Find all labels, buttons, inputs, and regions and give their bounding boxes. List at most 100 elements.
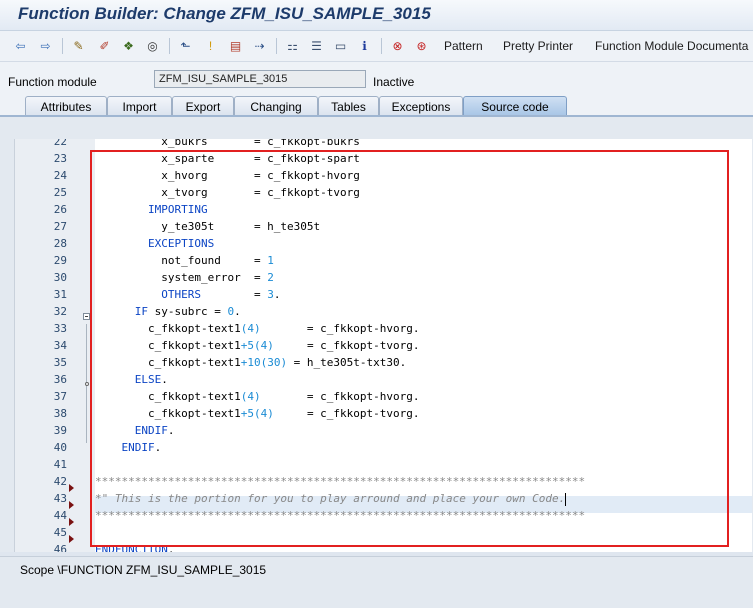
code-text[interactable]: x_bukrs = c_fkkopt-bukrs x_sparte = c_fk… — [95, 139, 585, 552]
code-token: sy-subrc = — [147, 305, 228, 318]
code-line[interactable]: IMPORTING — [95, 201, 585, 218]
code-token: 2 — [267, 271, 274, 284]
code-line[interactable]: ENDFUNCTION. — [95, 541, 585, 552]
code-token: IF — [95, 305, 148, 318]
tab-changing[interactable]: Changing — [234, 96, 318, 115]
fold-collapse-icon[interactable] — [83, 313, 90, 320]
forward-arrow-icon[interactable]: ⇨ — [37, 38, 54, 54]
pretty-printer-button[interactable]: Pretty Printer — [503, 39, 573, 53]
line-number: 31 — [53, 288, 67, 301]
line-number: 27 — [53, 220, 67, 233]
toolbar-separator — [381, 38, 382, 54]
code-line[interactable]: EXCEPTIONS — [95, 235, 585, 252]
scope-text: Scope \FUNCTION ZFM_ISU_SAMPLE_3015 — [20, 563, 267, 577]
toolbar-separator — [169, 38, 170, 54]
code-token: c_fkkopt-text1 — [95, 339, 241, 352]
code-line[interactable]: c_fkkopt-text1(4) = c_fkkopt-hvorg. — [95, 388, 585, 405]
line-number: 24 — [53, 169, 67, 182]
code-line[interactable]: ****************************************… — [95, 507, 585, 524]
display-change-pencil-icon[interactable]: ✎ — [70, 38, 87, 54]
code-line[interactable]: x_hvorg = c_fkkopt-hvorg — [95, 167, 585, 184]
code-token: x_hvorg = c_fkkopt-hvorg — [95, 169, 360, 182]
display-object-list-icon[interactable]: ▤ — [227, 38, 244, 54]
code-line[interactable]: c_fkkopt-text1+5(4) = c_fkkopt-tvorg. — [95, 337, 585, 354]
code-token: = c_fkkopt-hvorg. — [260, 322, 420, 335]
code-line[interactable]: c_fkkopt-text1(4) = c_fkkopt-hvorg. — [95, 320, 585, 337]
code-token: ENDFUNCTION — [95, 543, 168, 552]
code-token: not_found = — [95, 254, 268, 267]
line-number: 35 — [53, 356, 67, 369]
code-token: OTHERS — [95, 288, 201, 301]
hierarchy-icon[interactable]: ⚏ — [284, 38, 301, 54]
function-module-label: Function module — [8, 75, 97, 89]
change-marker-icon — [69, 535, 74, 543]
help-info-icon[interactable]: ℹ — [356, 38, 373, 54]
code-token: ENDIF — [95, 441, 155, 454]
code-token: system_error = — [95, 271, 268, 284]
check-syntax-icon[interactable]: ❖ — [120, 38, 137, 54]
code-token: *" This is the portion for you to play a… — [95, 492, 566, 505]
code-token: = c_fkkopt-tvorg. — [273, 339, 420, 352]
line-number: 26 — [53, 203, 67, 216]
line-number: 39 — [53, 424, 67, 437]
tab-exceptions[interactable]: Exceptions — [379, 96, 463, 115]
tab-strip: Attributes Import Export Changing Tables… — [0, 95, 753, 116]
code-line[interactable]: OTHERS = 3. — [95, 286, 585, 303]
tab-tables[interactable]: Tables — [318, 96, 379, 115]
layout-icon[interactable]: ▭ — [332, 38, 349, 54]
line-number: 22 — [53, 139, 67, 148]
info-i-icon[interactable]: ǃ — [202, 38, 219, 54]
tab-attributes[interactable]: Attributes — [25, 96, 107, 115]
back-arrow-icon[interactable]: ⇦ — [12, 38, 29, 54]
line-number: 38 — [53, 407, 67, 420]
other-object-icon[interactable]: ✐ — [96, 38, 113, 54]
code-line[interactable]: c_fkkopt-text1+5(4) = c_fkkopt-tvorg. — [95, 405, 585, 422]
code-line[interactable]: ENDIF. — [95, 422, 585, 439]
toolbox-icon[interactable]: ☰ — [308, 38, 325, 54]
code-token: +10(30) — [240, 356, 288, 369]
code-line[interactable]: IF sy-subrc = 0. — [95, 303, 585, 320]
code-line[interactable]: *" This is the portion for you to play a… — [95, 490, 585, 507]
code-line[interactable] — [95, 524, 585, 541]
toolbar-separator — [276, 38, 277, 54]
code-line[interactable] — [95, 456, 585, 473]
navigate-icon[interactable]: ⇢ — [251, 38, 268, 54]
title-bar: Function Builder: Change ZFM_ISU_SAMPLE_… — [0, 0, 753, 31]
code-token: x_bukrs = c_fkkopt-bukrs — [95, 139, 360, 148]
line-number: 28 — [53, 237, 67, 250]
code-token: (4) — [240, 390, 261, 403]
external-breakpoint-icon[interactable]: ⊛ — [413, 38, 430, 54]
activate-icon[interactable]: ◎ — [144, 38, 161, 54]
code-line[interactable]: ENDIF. — [95, 439, 585, 456]
code-token: ELSE — [95, 373, 162, 386]
pattern-button[interactable]: Pattern — [444, 39, 483, 53]
tab-export[interactable]: Export — [172, 96, 234, 115]
code-line[interactable]: not_found = 1 — [95, 252, 585, 269]
function-module-field[interactable] — [154, 70, 366, 88]
abap-editor[interactable]: 22 23 24 25 26 27 28 29 30 31 32 33 34 35 36 37 38 39 40 41… — [14, 139, 752, 552]
code-token: = c_fkkopt-tvorg. — [273, 407, 420, 420]
toolbar-separator — [62, 38, 63, 54]
line-numbers: 22 23 24 25 26 27 28 29 30 31 32 33 34 35 36 37 38 39 40 41… — [15, 139, 67, 552]
code-token: ****************************************… — [95, 475, 586, 488]
code-token: . — [154, 441, 162, 454]
tab-source-code[interactable]: Source code — [463, 96, 567, 115]
code-token: 1 — [267, 254, 274, 267]
code-line[interactable]: x_tvorg = c_fkkopt-tvorg — [95, 184, 585, 201]
function-module-documentation-button[interactable]: Function Module Documenta — [595, 39, 748, 53]
code-token: (4) — [240, 322, 261, 335]
line-number: 36 — [53, 373, 67, 386]
code-line[interactable]: x_bukrs = c_fkkopt-bukrs — [95, 139, 585, 150]
code-line[interactable]: ****************************************… — [95, 473, 585, 490]
tab-import[interactable]: Import — [107, 96, 172, 115]
code-line[interactable]: system_error = 2 — [95, 269, 585, 286]
code-token: = — [200, 288, 268, 301]
window-title: Function Builder: Change ZFM_ISU_SAMPLE_… — [18, 4, 431, 23]
breakpoint-icon[interactable]: ⊗ — [389, 38, 406, 54]
code-line[interactable]: y_te305t = h_te305t — [95, 218, 585, 235]
where-used-list-icon[interactable]: ⬑ — [177, 38, 194, 54]
code-line[interactable]: x_sparte = c_fkkopt-spart — [95, 150, 585, 167]
scope-bar: Scope \FUNCTION ZFM_ISU_SAMPLE_3015 — [0, 556, 753, 608]
code-line[interactable]: ELSE. — [95, 371, 585, 388]
code-line[interactable]: c_fkkopt-text1+10(30) = h_te305t-txt30. — [95, 354, 585, 371]
